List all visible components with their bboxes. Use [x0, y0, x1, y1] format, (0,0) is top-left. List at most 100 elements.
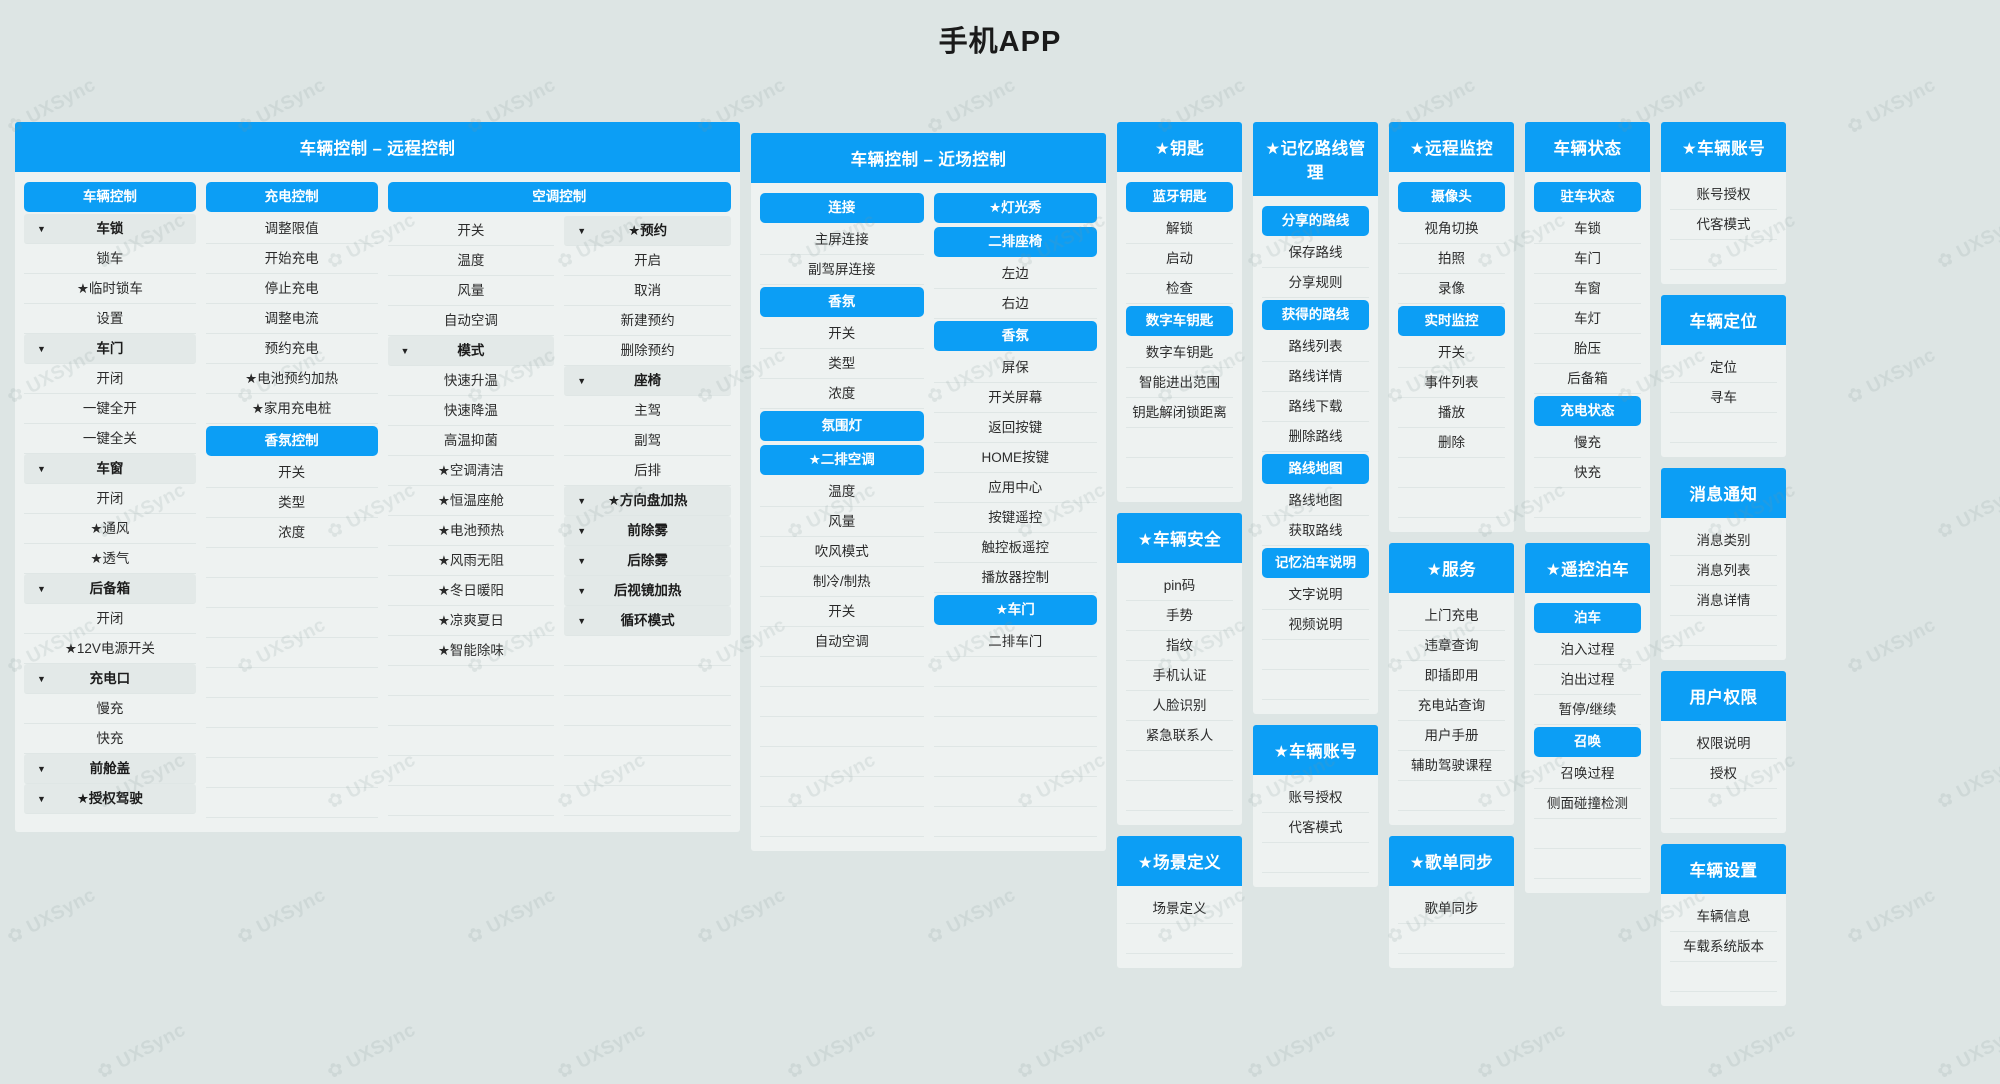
- section-button-实时监控[interactable]: 实时监控: [1398, 306, 1505, 336]
- menu-item-代客模式[interactable]: 代客模式: [1670, 210, 1777, 240]
- menu-item-开关[interactable]: 开关: [387, 216, 555, 246]
- menu-item-恒温座舱[interactable]: ★恒温座舱: [387, 486, 555, 516]
- menu-item-检查[interactable]: 检查: [1126, 274, 1233, 304]
- group-row-充电口[interactable]: ▼ 充电口: [24, 664, 196, 694]
- menu-item-路线地图[interactable]: 路线地图: [1262, 486, 1369, 516]
- menu-item-二排车门[interactable]: 二排车门: [933, 627, 1097, 657]
- section-button-氛围灯[interactable]: 氛围灯: [760, 411, 924, 441]
- menu-item-透气[interactable]: ★透气: [24, 544, 196, 574]
- menu-item-开启[interactable]: 开启: [564, 246, 731, 276]
- menu-item-代客模式[interactable]: 代客模式: [1262, 813, 1369, 843]
- section-button-连接[interactable]: 连接: [760, 193, 924, 223]
- menu-item-触控板遥控[interactable]: 触控板遥控: [933, 533, 1097, 563]
- menu-item-按键遥控[interactable]: 按键遥控: [933, 503, 1097, 533]
- menu-item-路线下载[interactable]: 路线下载: [1262, 392, 1369, 422]
- group-row-车窗[interactable]: ▼ 车窗: [24, 454, 196, 484]
- menu-item-pin码[interactable]: pin码: [1126, 571, 1233, 601]
- menu-item-车锁[interactable]: 车锁: [1534, 214, 1641, 244]
- menu-item-车门[interactable]: 车门: [1534, 244, 1641, 274]
- group-row-车门[interactable]: ▼ 车门: [24, 334, 196, 364]
- menu-item-上门充电[interactable]: 上门充电: [1398, 601, 1505, 631]
- menu-item-快充[interactable]: 快充: [1534, 458, 1641, 488]
- menu-item-应用中心[interactable]: 应用中心: [933, 473, 1097, 503]
- group-row-前除雾[interactable]: ▼ 前除雾: [564, 516, 731, 546]
- menu-item-温度[interactable]: 温度: [760, 477, 924, 507]
- menu-item-取消[interactable]: 取消: [564, 276, 731, 306]
- menu-item-拍照[interactable]: 拍照: [1398, 244, 1505, 274]
- menu-item-屏保[interactable]: 屏保: [933, 353, 1097, 383]
- menu-item-开关[interactable]: 开关: [205, 458, 378, 488]
- menu-item-开关[interactable]: 开关: [760, 319, 924, 349]
- menu-item-指纹[interactable]: 指纹: [1126, 631, 1233, 661]
- menu-item-电池预约加热[interactable]: ★电池预约加热: [205, 364, 378, 394]
- menu-item-预约充电[interactable]: 预约充电: [205, 334, 378, 364]
- menu-item-调整电流[interactable]: 调整电流: [205, 304, 378, 334]
- menu-item-12V电源开关[interactable]: ★12V电源开关: [24, 634, 196, 664]
- menu-item-浓度[interactable]: 浓度: [760, 379, 924, 409]
- menu-item-即插即用[interactable]: 即插即用: [1398, 661, 1505, 691]
- group-row-后除雾[interactable]: ▼ 后除雾: [564, 546, 731, 576]
- menu-item-制冷制热[interactable]: 制冷/制热: [760, 567, 924, 597]
- menu-item-消息详情[interactable]: 消息详情: [1670, 586, 1777, 616]
- menu-item-删除预约[interactable]: 删除预约: [564, 336, 731, 366]
- menu-item-辅助驾驶课程[interactable]: 辅助驾驶课程: [1398, 751, 1505, 781]
- section-button-召唤[interactable]: 召唤: [1534, 727, 1641, 757]
- menu-item-临时锁车[interactable]: ★临时锁车: [24, 274, 196, 304]
- menu-item-事件列表[interactable]: 事件列表: [1398, 368, 1505, 398]
- group-row-授权驾驶[interactable]: ▼ ★授权驾驶: [24, 784, 196, 814]
- section-button-分享的路线[interactable]: 分享的路线: [1262, 206, 1369, 236]
- menu-item-电池预热[interactable]: ★电池预热: [387, 516, 555, 546]
- menu-item-场景定义[interactable]: 场景定义: [1126, 894, 1233, 924]
- menu-item-空调清洁[interactable]: ★空调清洁: [387, 456, 555, 486]
- menu-item-授权[interactable]: 授权: [1670, 759, 1777, 789]
- menu-item-文字说明[interactable]: 文字说明: [1262, 580, 1369, 610]
- menu-item-风量[interactable]: 风量: [760, 507, 924, 537]
- menu-item-播放[interactable]: 播放: [1398, 398, 1505, 428]
- section-button-记忆泊车说明[interactable]: 记忆泊车说明: [1262, 548, 1369, 578]
- menu-item-快速升温[interactable]: 快速升温: [387, 366, 555, 396]
- menu-item-停止充电[interactable]: 停止充电: [205, 274, 378, 304]
- group-row-循环模式[interactable]: ▼ 循环模式: [564, 606, 731, 636]
- menu-item-自动空调[interactable]: 自动空调: [760, 627, 924, 657]
- menu-item-账号授权[interactable]: 账号授权: [1670, 180, 1777, 210]
- menu-item-浓度[interactable]: 浓度: [205, 518, 378, 548]
- menu-item-召唤过程[interactable]: 召唤过程: [1534, 759, 1641, 789]
- menu-item-车窗[interactable]: 车窗: [1534, 274, 1641, 304]
- menu-item-违章查询[interactable]: 违章查询: [1398, 631, 1505, 661]
- menu-item-路线列表[interactable]: 路线列表: [1262, 332, 1369, 362]
- menu-item-充电站查询[interactable]: 充电站查询: [1398, 691, 1505, 721]
- menu-item-慢充[interactable]: 慢充: [1534, 428, 1641, 458]
- menu-item-钥匙解闭锁距离[interactable]: 钥匙解闭锁距离: [1126, 398, 1233, 428]
- section-button-蓝牙钥匙[interactable]: 蓝牙钥匙: [1126, 182, 1233, 212]
- menu-item-暂停继续[interactable]: 暂停/继续: [1534, 695, 1641, 725]
- section-button-充电控制[interactable]: 充电控制: [205, 182, 378, 212]
- menu-item-调整限值[interactable]: 调整限值: [205, 214, 378, 244]
- menu-item-后备箱[interactable]: 后备箱: [1534, 364, 1641, 394]
- menu-item-启动[interactable]: 启动: [1126, 244, 1233, 274]
- menu-item-删除[interactable]: 删除: [1398, 428, 1505, 458]
- menu-item-通风[interactable]: ★通风: [24, 514, 196, 544]
- menu-item-解锁[interactable]: 解锁: [1126, 214, 1233, 244]
- menu-item-消息类别[interactable]: 消息类别: [1670, 526, 1777, 556]
- section-button-车门[interactable]: ★车门: [933, 595, 1097, 625]
- menu-item-家用充电桩[interactable]: ★家用充电桩: [205, 394, 378, 424]
- menu-item-快速降温[interactable]: 快速降温: [387, 396, 555, 426]
- menu-item-数字车钥匙[interactable]: 数字车钥匙: [1126, 338, 1233, 368]
- menu-item-凉爽夏日[interactable]: ★凉爽夏日: [387, 606, 555, 636]
- menu-item-开闭[interactable]: 开闭: [24, 484, 196, 514]
- menu-item-锁车[interactable]: 锁车: [24, 244, 196, 274]
- menu-item-类型[interactable]: 类型: [205, 488, 378, 518]
- menu-item-开关[interactable]: 开关: [760, 597, 924, 627]
- menu-item-定位[interactable]: 定位: [1670, 353, 1777, 383]
- section-button-香氛控制[interactable]: 香氛控制: [205, 426, 378, 456]
- menu-item-类型[interactable]: 类型: [760, 349, 924, 379]
- menu-item-录像[interactable]: 录像: [1398, 274, 1505, 304]
- section-button-空调控制[interactable]: 空调控制: [387, 182, 731, 212]
- section-button-香氛[interactable]: 香氛: [933, 321, 1097, 351]
- menu-item-用户手册[interactable]: 用户手册: [1398, 721, 1505, 751]
- menu-item-一键全关[interactable]: 一键全关: [24, 424, 196, 454]
- menu-item-视频说明[interactable]: 视频说明: [1262, 610, 1369, 640]
- group-row-座椅[interactable]: ▼ 座椅: [564, 366, 731, 396]
- menu-item-吹风模式[interactable]: 吹风模式: [760, 537, 924, 567]
- group-row-后视镜加热[interactable]: ▼ 后视镜加热: [564, 576, 731, 606]
